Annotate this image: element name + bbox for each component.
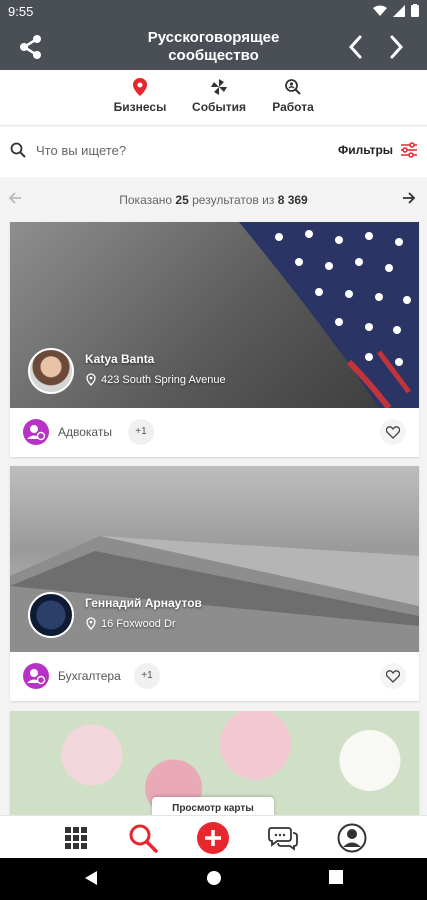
map-pin-icon — [133, 78, 147, 96]
heart-icon — [386, 669, 400, 683]
job-search-icon — [285, 79, 301, 95]
tab-events[interactable]: События — [179, 78, 259, 114]
app-bar: Русскоговорящее сообщество — [0, 24, 427, 70]
chevron-left-icon[interactable] — [344, 34, 368, 65]
status-time: 9:55 — [8, 4, 34, 19]
tab-label: Работа — [272, 100, 314, 114]
results-summary: Показано 25 результатов из 8 369 — [0, 185, 427, 213]
home-icon[interactable] — [206, 870, 222, 891]
category-icon — [23, 663, 49, 689]
add-icon[interactable] — [197, 822, 229, 854]
favorite-button[interactable] — [380, 663, 406, 689]
status-icons — [373, 4, 419, 17]
search-input[interactable]: Что вы ищете? — [36, 143, 126, 158]
listing-footer: Бухгалтера +1 — [10, 652, 419, 701]
results-text: Показано 25 результатов из 8 369 — [0, 193, 427, 207]
listing-image: Katya Banta 423 South Spring Avenue — [10, 222, 419, 408]
filters-button[interactable]: Фильтры — [338, 143, 393, 157]
avatar — [28, 592, 74, 638]
page-title: Русскоговорящее сообщество — [147, 29, 280, 64]
category-tabs: Бизнесы События Работа — [0, 70, 427, 126]
results-prefix: Показано — [119, 193, 173, 207]
system-navigation-bar — [0, 858, 427, 900]
signal-icon — [393, 4, 405, 17]
address-text: 16 Foxwood Dr — [101, 617, 176, 630]
battery-icon — [411, 4, 419, 17]
tab-label: Бизнесы — [113, 100, 167, 114]
more-categories-badge[interactable]: +1 — [134, 663, 160, 689]
listing-footer: Адвокаты +1 — [10, 408, 419, 457]
results-shown: 25 — [175, 193, 189, 207]
category-label: Адвокаты — [58, 425, 112, 439]
listing-name: Katya Banta — [85, 352, 155, 366]
search-bar: Что вы ищете? Фильтры — [0, 127, 427, 177]
arrow-right-icon[interactable] — [402, 191, 416, 205]
location-icon — [86, 617, 96, 630]
search-icon — [10, 142, 26, 158]
profile-icon[interactable] — [336, 822, 368, 854]
category-icon — [23, 419, 49, 445]
search-icon[interactable] — [127, 822, 159, 854]
listing-card[interactable]: Katya Banta 423 South Spring Avenue Адво… — [10, 222, 419, 457]
more-categories-badge[interactable]: +1 — [128, 419, 154, 445]
results-middle: результатов из — [192, 193, 275, 207]
chat-icon[interactable] — [267, 822, 299, 854]
tab-label: События — [192, 100, 246, 114]
tab-businesses[interactable]: Бизнесы — [100, 78, 180, 114]
filters-icon[interactable] — [400, 141, 418, 159]
results-total: 8 369 — [277, 193, 308, 207]
pinwheel-icon — [211, 79, 227, 95]
chevron-right-icon[interactable] — [384, 34, 408, 65]
listing-address: 16 Foxwood Dr — [86, 617, 176, 630]
share-icon[interactable] — [18, 34, 44, 65]
bottom-navigation — [0, 815, 427, 858]
grid-icon[interactable] — [60, 822, 92, 854]
map-view-label: Просмотр карты — [172, 803, 254, 814]
listing-image: Геннадий Арнаутов 16 Foxwood Dr — [10, 466, 419, 652]
category-label: Бухгалтера — [58, 669, 121, 683]
heart-icon — [386, 425, 400, 439]
wifi-icon — [373, 5, 387, 16]
favorite-button[interactable] — [380, 419, 406, 445]
tab-jobs[interactable]: Работа — [253, 78, 333, 114]
flag-image — [239, 222, 419, 408]
listing-name: Геннадий Арнаутов — [85, 596, 202, 610]
back-icon[interactable] — [84, 870, 98, 891]
location-icon — [86, 373, 96, 386]
avatar — [28, 348, 74, 394]
listing-card[interactable]: Геннадий Арнаутов 16 Foxwood Dr Бухгалте… — [10, 466, 419, 701]
recents-icon[interactable] — [329, 870, 343, 889]
listing-address: 423 South Spring Avenue — [86, 373, 226, 386]
status-bar: 9:55 — [0, 0, 427, 24]
address-text: 423 South Spring Avenue — [101, 373, 226, 386]
